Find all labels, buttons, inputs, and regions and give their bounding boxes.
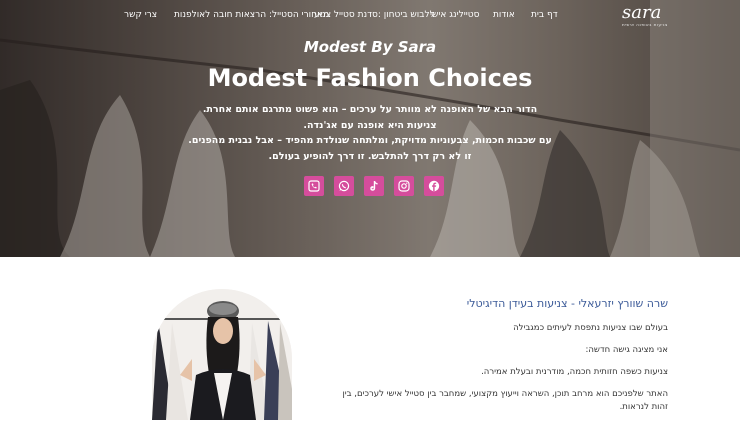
logo-tagline: צניעות באופנה אישית xyxy=(622,22,668,27)
whatsapp-button[interactable] xyxy=(334,176,354,196)
hero-line: עם שכבות חכמות, צבעוניות מדויקת, ומלתחה … xyxy=(188,135,552,146)
logo-script-text: sara xyxy=(622,2,662,23)
facebook-button[interactable] xyxy=(424,176,444,196)
social-links xyxy=(304,176,444,196)
nav-item-workshop[interactable]: ללבוש ביטחון :סדנת סטייל צנוע xyxy=(314,10,435,20)
top-navigation: sara צניעות באופנה אישית דף בית אודות סט… xyxy=(0,0,740,32)
about-heading: שרה שוורץ יזרעאלי - צניעות בעידן הדיגיטל… xyxy=(466,297,668,310)
woman-portrait-image xyxy=(152,289,292,420)
nav-item-personal-styling[interactable]: סטיילינג אישי xyxy=(430,10,479,20)
tiktok-icon xyxy=(370,181,378,191)
profile-photo xyxy=(152,289,292,420)
nav-menu: דף בית אודות סטיילינג אישי ללבוש ביטחון … xyxy=(118,10,558,24)
instagram-button[interactable] xyxy=(394,176,414,196)
hero-section: sara צניעות באופנה אישית דף בית אודות סט… xyxy=(0,0,740,257)
hero-title: Modest Fashion Choices xyxy=(207,64,533,92)
nav-item-home[interactable]: דף בית xyxy=(531,10,558,20)
about-text: שרה שוורץ יזרעאלי - צניעות בעידן הדיגיטל… xyxy=(338,297,668,423)
about-paragraph: צניעות כשפה חזותית חכמה, מודרנית ובעלת א… xyxy=(481,367,668,377)
hero-line: זו לא רק דרך להתלבש. זו דרך להופיע בעולם… xyxy=(268,150,472,162)
phone-icon xyxy=(308,180,320,192)
about-paragraph: בעולם שבו צניעות נתפסת לעיתים כמגבילה xyxy=(513,323,668,333)
site-logo[interactable]: sara צניעות באופנה אישית xyxy=(622,4,674,28)
nav-item-lectures[interactable]: מאחורי הסטייל: הרצאות חובה לאולפנות xyxy=(174,10,329,20)
instagram-icon xyxy=(398,180,410,192)
about-paragraph: האתר שלפניכם הוא מרחב תוכן, השראה וייעוץ… xyxy=(342,389,668,412)
about-paragraph: אני מציגה גישה חדשה: xyxy=(585,345,668,355)
facebook-icon xyxy=(428,180,440,192)
hero-description: הדור הבא של האופנה לא מוותר על ערכים – ה… xyxy=(170,102,570,164)
nav-item-contact[interactable]: צרי קשר xyxy=(124,10,157,20)
tiktok-button[interactable] xyxy=(364,176,384,196)
nav-item-about[interactable]: אודות xyxy=(493,10,515,20)
phone-button[interactable] xyxy=(304,176,324,196)
hero-subtitle: Modest By Sara xyxy=(303,38,437,56)
hero-line: הדור הבא של האופנה לא מוותר על ערכים – ה… xyxy=(202,104,538,115)
hero-line: צניעות היא אופנה עם אג'נדה. xyxy=(303,119,437,131)
whatsapp-icon xyxy=(338,180,350,192)
